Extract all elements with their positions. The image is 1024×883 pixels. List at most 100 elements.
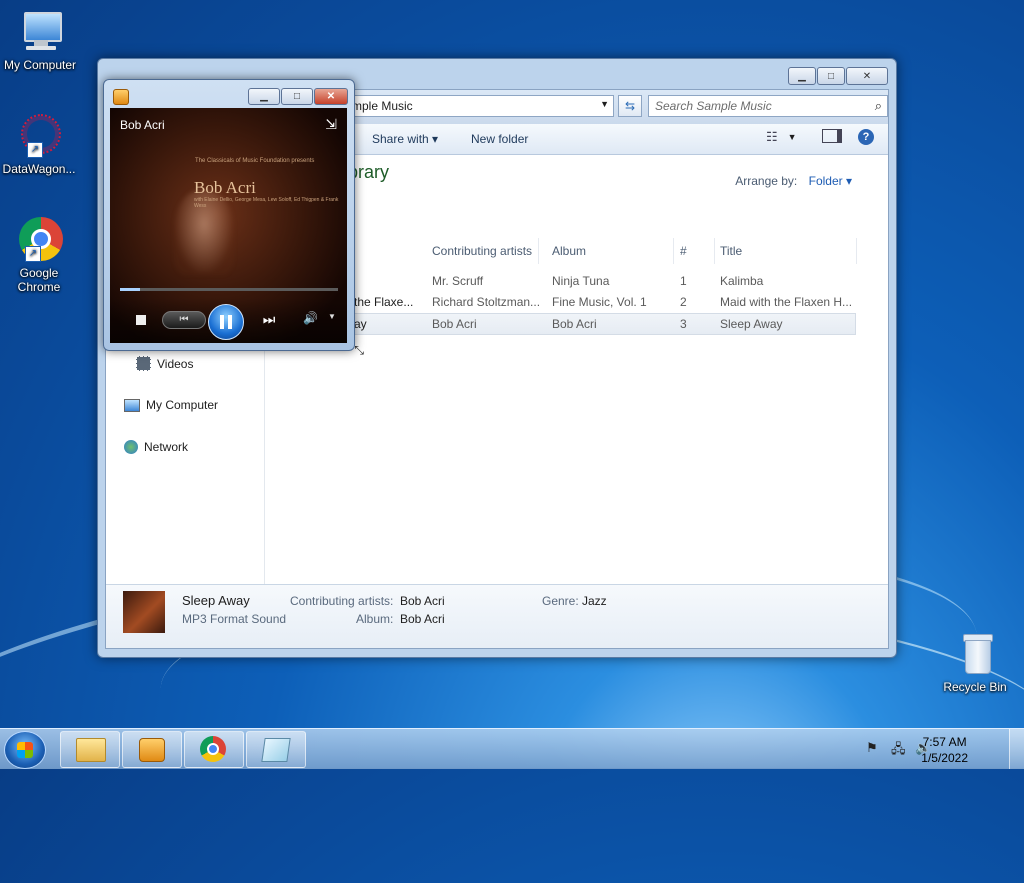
volume-icon[interactable]: 🔊 — [303, 311, 318, 325]
stop-button[interactable] — [136, 315, 146, 325]
close-button[interactable]: ✕ — [846, 67, 888, 85]
help-button[interactable]: ? — [858, 129, 874, 145]
recycle-bin-icon — [951, 630, 999, 678]
desktop-icon-label: Google Chrome — [17, 266, 61, 294]
cell-name: ay — [354, 317, 367, 331]
view-icon: ☷ — [766, 129, 778, 144]
table-row[interactable]: the Flaxe... Richard Stoltzman... Fine M… — [336, 292, 854, 312]
new-folder-button[interactable]: New folder — [471, 132, 528, 146]
cell-number: 3 — [680, 317, 687, 331]
datawagon-icon: ↗ — [15, 112, 63, 160]
nav-item-videos[interactable]: Videos — [136, 356, 193, 371]
desktop-icon-google-chrome[interactable]: ↗ Google Chrome — [0, 216, 81, 294]
view-options[interactable]: ☷ ▼ — [766, 129, 797, 145]
album-art-title: Bob Acri — [194, 178, 256, 197]
computer-icon — [124, 398, 140, 412]
maximize-button[interactable]: □ — [817, 67, 845, 85]
volume-dropdown-icon[interactable]: ▼ — [328, 312, 336, 321]
seek-bar-progress — [120, 288, 140, 291]
previous-button[interactable]: ⏮ — [162, 311, 206, 329]
share-with-label: Share with — [372, 132, 429, 146]
cell-number: 2 — [680, 295, 687, 309]
details-album-value[interactable]: Bob Acri — [400, 612, 445, 626]
nav-item-my-computer[interactable]: My Computer — [124, 398, 218, 412]
chevron-down-icon: ▼ — [787, 132, 797, 142]
chrome-icon-center — [207, 743, 219, 755]
cell-title: Kalimba — [720, 274, 764, 288]
address-bar[interactable]: mple Music ▼ — [346, 95, 614, 117]
details-file-name: Sleep Away — [182, 593, 250, 608]
action-center-icon[interactable]: ⚑ — [866, 740, 878, 756]
table-row[interactable]: Mr. Scruff Ninja Tuna 1 Kalimba — [336, 271, 854, 291]
column-header-album[interactable]: Album — [546, 238, 674, 264]
address-path: mple Music — [352, 99, 413, 113]
column-header-number[interactable]: # — [674, 238, 715, 264]
network-tray-icon[interactable]: 🖧 — [891, 740, 906, 762]
cell-title: Sleep Away — [720, 317, 783, 331]
maximize-button[interactable]: □ — [281, 88, 313, 105]
system-clock[interactable]: 7:57 AM 1/5/2022 — [921, 734, 968, 766]
film-icon — [136, 356, 151, 371]
details-album-label: Album: — [356, 612, 394, 626]
cell-album: Ninja Tuna — [552, 274, 610, 288]
start-button[interactable] — [4, 731, 46, 769]
table-row-selected[interactable]: ay Bob Acri Bob Acri 3 Sleep Away — [336, 313, 856, 335]
desktop-icon-datawagon[interactable]: ↗ DataWagon... — [0, 112, 81, 176]
taskbar-explorer-button[interactable] — [60, 731, 120, 768]
network-icon — [124, 440, 138, 454]
media-player-window[interactable]: ▁ □ ✕ Bob Acri ⇲ The Classicals of Music… — [103, 79, 364, 357]
cell-album: Fine Music, Vol. 1 — [552, 295, 647, 309]
search-icon[interactable]: ⌕ — [875, 98, 882, 114]
help-icon: ? — [858, 129, 874, 145]
cell-artist: Richard Stoltzman... — [432, 295, 541, 309]
column-header-contributing-artists[interactable]: Contributing artists — [426, 238, 539, 264]
now-playing-artist: Bob Acri — [120, 118, 165, 132]
arrange-by-label: Arrange by: — [735, 174, 798, 188]
minimize-button[interactable]: ▁ — [788, 67, 816, 85]
nav-item-label: Network — [144, 440, 189, 454]
resize-handle[interactable]: ⤡ — [354, 343, 364, 358]
column-header-title[interactable]: Title — [714, 238, 857, 264]
player-caption-buttons: ▁ □ ✕ — [248, 88, 348, 105]
nav-item-network[interactable]: Network — [124, 440, 188, 454]
details-genre-value[interactable]: Jazz — [582, 594, 607, 608]
clock-date: 1/5/2022 — [921, 751, 968, 765]
search-placeholder: Search Sample Music — [655, 99, 772, 113]
details-pane: Sleep Away MP3 Format Sound Contributing… — [106, 584, 888, 648]
refresh-icon[interactable]: ⇆ — [618, 95, 642, 117]
desktop-icon-recycle-bin[interactable]: Recycle Bin — [933, 630, 1017, 694]
taskbar-media-player-button[interactable] — [122, 731, 182, 768]
cell-name: the Flaxe... — [354, 295, 414, 309]
show-desktop-button[interactable] — [1009, 729, 1024, 769]
computer-icon — [16, 8, 64, 56]
media-player-icon — [113, 89, 129, 105]
share-with-button[interactable]: Share with ▾ — [372, 132, 438, 146]
album-art-small-text: The Classicals of Music Foundation prese… — [195, 158, 315, 164]
minimize-button[interactable]: ▁ — [248, 88, 280, 105]
arrange-by-dropdown[interactable]: Folder ▾ — [809, 174, 852, 188]
details-genre-label: Genre: — [542, 594, 579, 608]
playback-controls: ⏮ ⏭ 🔊 ▼ — [110, 298, 347, 343]
nav-item-label: Videos — [157, 356, 194, 371]
preview-pane-button[interactable] — [822, 129, 842, 143]
explorer-caption-buttons: ▁ □ ✕ — [788, 67, 888, 85]
pause-button[interactable] — [208, 304, 244, 340]
cell-artist: Mr. Scruff — [432, 274, 484, 288]
chrome-icon: ↗ — [15, 216, 63, 264]
album-art-credits: with Elaine Dellio, George Mesa, Lew Sol… — [194, 197, 339, 209]
cell-number: 1 — [680, 274, 687, 288]
taskbar-notepad-button[interactable] — [246, 731, 306, 768]
cell-title: Maid with the Flaxen H... — [720, 295, 852, 309]
now-playing-screen[interactable]: Bob Acri ⇲ The Classicals of Music Found… — [110, 108, 347, 343]
details-artists-value[interactable]: Bob Acri — [400, 594, 445, 608]
album-thumbnail — [123, 591, 165, 633]
next-button[interactable]: ⏭ — [248, 311, 290, 327]
desktop-icon-my-computer[interactable]: My Computer — [0, 8, 82, 72]
seek-bar[interactable] — [120, 288, 338, 291]
taskbar-chrome-button[interactable] — [184, 731, 244, 768]
chevron-down-icon[interactable]: ▼ — [600, 99, 609, 109]
search-input[interactable]: Search Sample Music ⌕ — [648, 95, 888, 117]
switch-to-library-icon[interactable]: ⇲ — [325, 116, 337, 133]
folder-icon — [76, 738, 106, 762]
close-button[interactable]: ✕ — [314, 88, 348, 105]
